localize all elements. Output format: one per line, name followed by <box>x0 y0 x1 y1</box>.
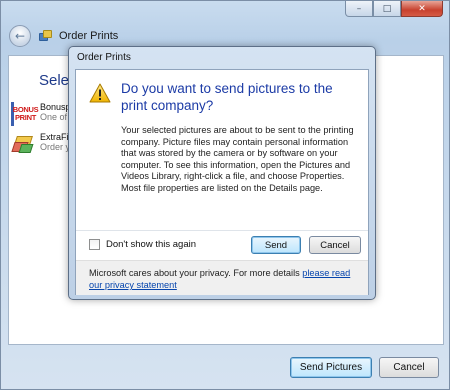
provider-item-extrafilm[interactable]: ExtraFil Order y <box>9 132 71 162</box>
bonus-print-logo-icon: BONUS PRINT <box>11 102 39 126</box>
provider-name: ExtraFil <box>40 132 71 142</box>
minimize-button[interactable]: – <box>345 1 373 17</box>
close-button[interactable]: ✕ <box>401 1 443 17</box>
privacy-footer: Microsoft cares about your privacy. For … <box>76 260 368 295</box>
provider-list: BONUS PRINT Bonusp One of ExtraFil Order… <box>9 102 71 162</box>
dont-show-again-checkbox[interactable] <box>89 239 100 250</box>
window-title: Order Prints <box>59 30 119 42</box>
send-pictures-button[interactable]: Send Pictures <box>290 357 372 378</box>
dialog-body-text: Your selected pictures are about to be s… <box>121 125 354 193</box>
provider-text: Bonusp One of <box>40 102 71 122</box>
window-controls: – □ ✕ <box>345 1 443 17</box>
provider-text: ExtraFil Order y <box>40 132 71 152</box>
extrafilm-logo-icon <box>11 132 37 156</box>
provider-subtitle: One of <box>40 112 68 122</box>
privacy-warning-dialog: Order Prints Do you want to send picture… <box>68 46 376 300</box>
wizard-cancel-button[interactable]: Cancel <box>379 357 439 378</box>
dialog-cancel-button[interactable]: Cancel <box>309 236 361 254</box>
order-prints-icon <box>39 30 53 42</box>
provider-subtitle: Order y <box>40 142 71 152</box>
warning-icon <box>89 83 111 103</box>
provider-name: Bonusp <box>40 102 71 112</box>
main-instruction: Do you want to send pictures to the prin… <box>121 81 333 113</box>
privacy-text: Microsoft cares about your privacy. For … <box>89 267 361 291</box>
logo-text-line-2: PRINT <box>14 113 36 122</box>
dialog-action-row: Don't show this again Send Cancel <box>76 230 368 258</box>
maximize-button[interactable]: □ <box>373 1 401 17</box>
dont-show-again-label[interactable]: Don't show this again <box>106 239 196 250</box>
provider-item-bonusprint[interactable]: BONUS PRINT Bonusp One of <box>9 102 71 132</box>
dialog-body: Do you want to send pictures to the prin… <box>75 69 369 295</box>
send-button[interactable]: Send <box>251 236 301 254</box>
dialog-title: Order Prints <box>77 52 131 63</box>
privacy-statement-text: Microsoft cares about your privacy. For … <box>89 268 303 278</box>
title-row: ← Order Prints <box>9 25 118 47</box>
back-arrow-icon[interactable]: ← <box>9 25 31 47</box>
